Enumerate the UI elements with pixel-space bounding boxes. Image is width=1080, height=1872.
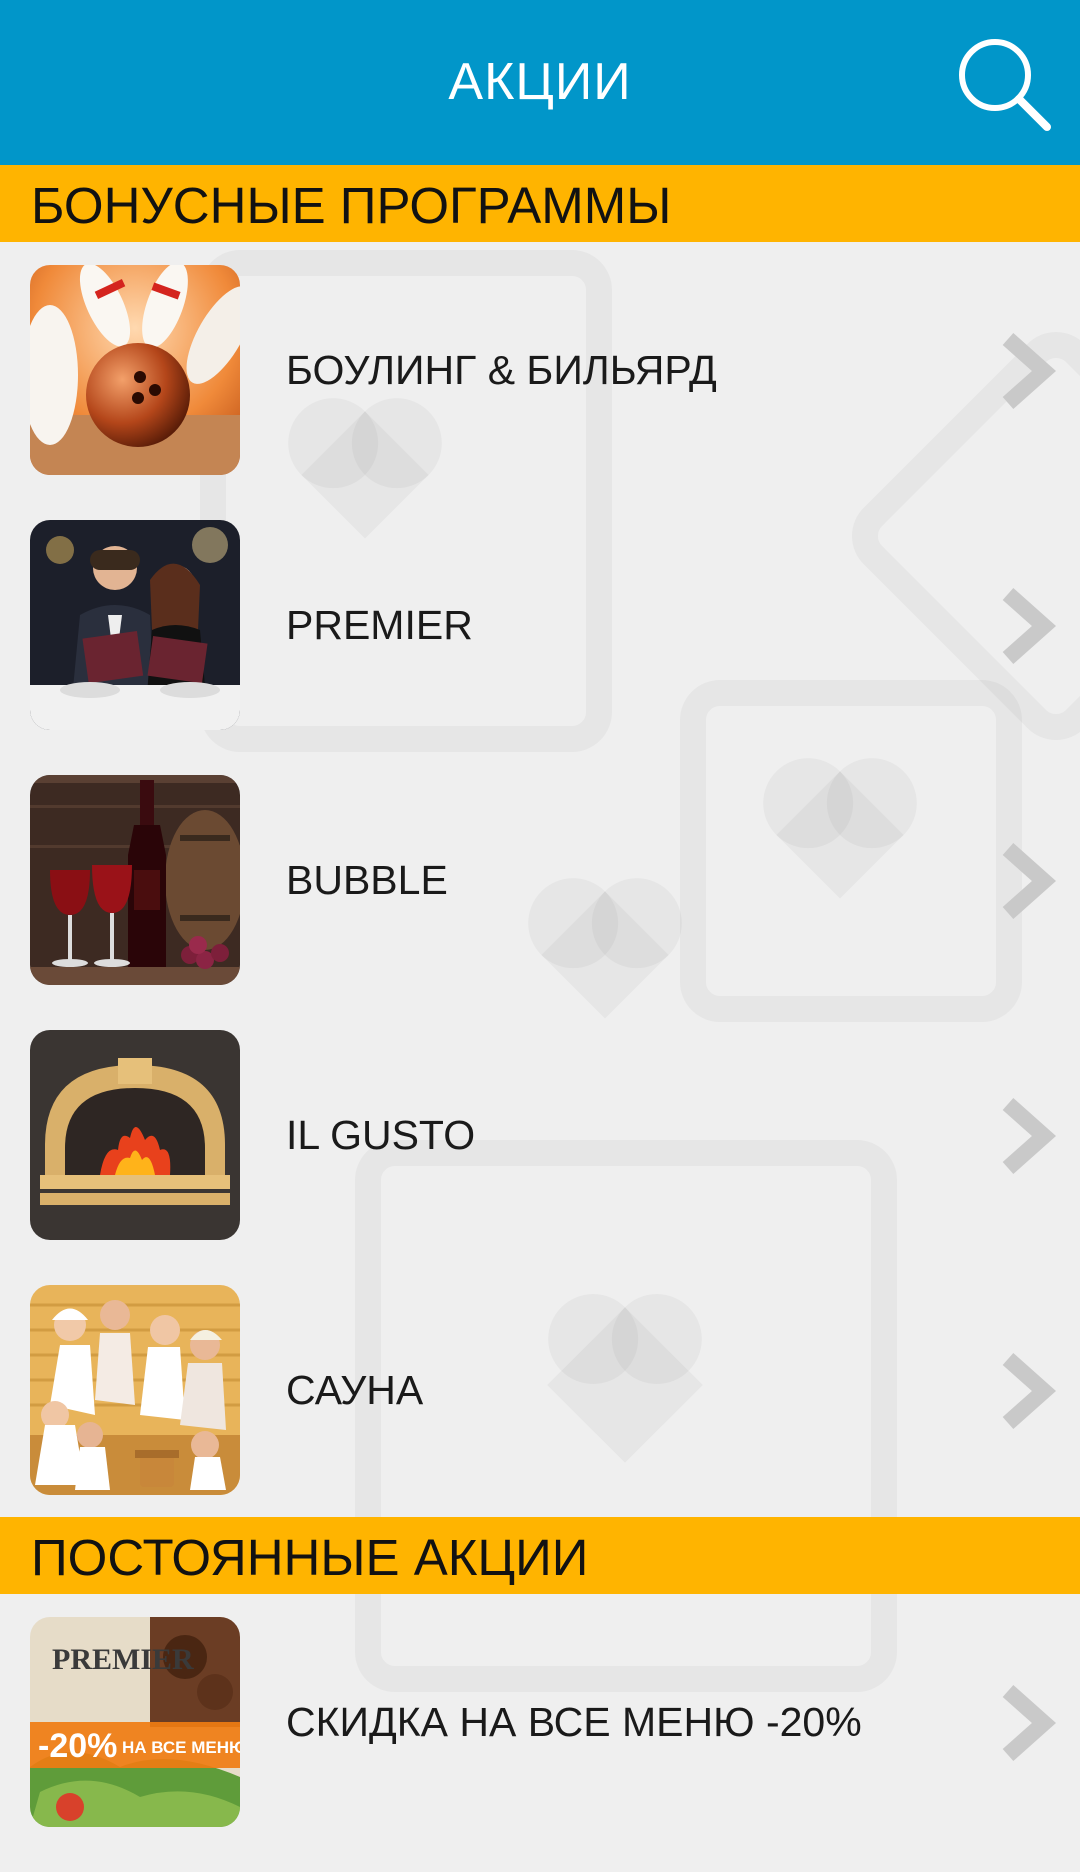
chevron-right-icon <box>1002 1353 1056 1429</box>
section-header-bonus-programs: БОНУСНЫЕ ПРОГРАММЫ <box>0 165 1080 242</box>
list-item-label: BUBBLE <box>286 857 448 903</box>
restaurant-couple-image <box>30 520 240 730</box>
chevron-right-icon <box>1002 1098 1056 1174</box>
chevron-right-icon <box>1002 1685 1056 1761</box>
list-item-bowling[interactable]: БОУЛИНГ & БИЛЬЯРД <box>0 265 1080 520</box>
search-icon <box>959 39 1051 131</box>
chevron-right-icon <box>1002 843 1056 919</box>
list-item-menu-discount[interactable]: PREMIER -20% НА ВСЕ МЕНЮ СКИДКА НА ВСЕ М… <box>0 1617 1080 1872</box>
list-item-label: САУНА <box>286 1367 424 1413</box>
section-header-permanent-promotions: ПОСТОЯННЫЕ АКЦИИ <box>0 1517 1080 1594</box>
sauna-image <box>30 1285 240 1495</box>
banner-discount: -20% <box>38 1727 117 1765</box>
chevron-right-icon <box>1002 333 1056 409</box>
list-item-sauna[interactable]: САУНА <box>0 1285 1080 1540</box>
list-item-bubble[interactable]: BUBBLE <box>0 775 1080 1030</box>
page-title: АКЦИИ <box>448 53 632 111</box>
bowling-image <box>30 265 240 475</box>
list-item-il-gusto[interactable]: IL GUSTO <box>0 1030 1080 1285</box>
chevron-right-icon <box>1002 588 1056 664</box>
premier-discount-banner: PREMIER -20% НА ВСЕ МЕНЮ <box>30 1617 240 1827</box>
section-title: БОНУСНЫЕ ПРОГРАММЫ <box>31 177 672 234</box>
list-item-label: PREMIER <box>286 602 473 648</box>
list-item-label: IL GUSTO <box>286 1112 476 1158</box>
search-button[interactable] <box>955 35 1055 135</box>
app-bar: АКЦИИ <box>0 0 1080 165</box>
list-item-premier[interactable]: PREMIER <box>0 520 1080 775</box>
pizza-oven-image <box>30 1030 240 1240</box>
section-title: ПОСТОЯННЫЕ АКЦИИ <box>31 1529 589 1586</box>
banner-text: НА ВСЕ МЕНЮ <box>122 1738 240 1757</box>
wine-bottle-image <box>30 775 240 985</box>
banner-brand: PREMIER <box>52 1643 194 1676</box>
list-item-label: БОУЛИНГ & БИЛЬЯРД <box>286 347 717 393</box>
list-item-label: СКИДКА НА ВСЕ МЕНЮ -20% <box>286 1699 862 1745</box>
